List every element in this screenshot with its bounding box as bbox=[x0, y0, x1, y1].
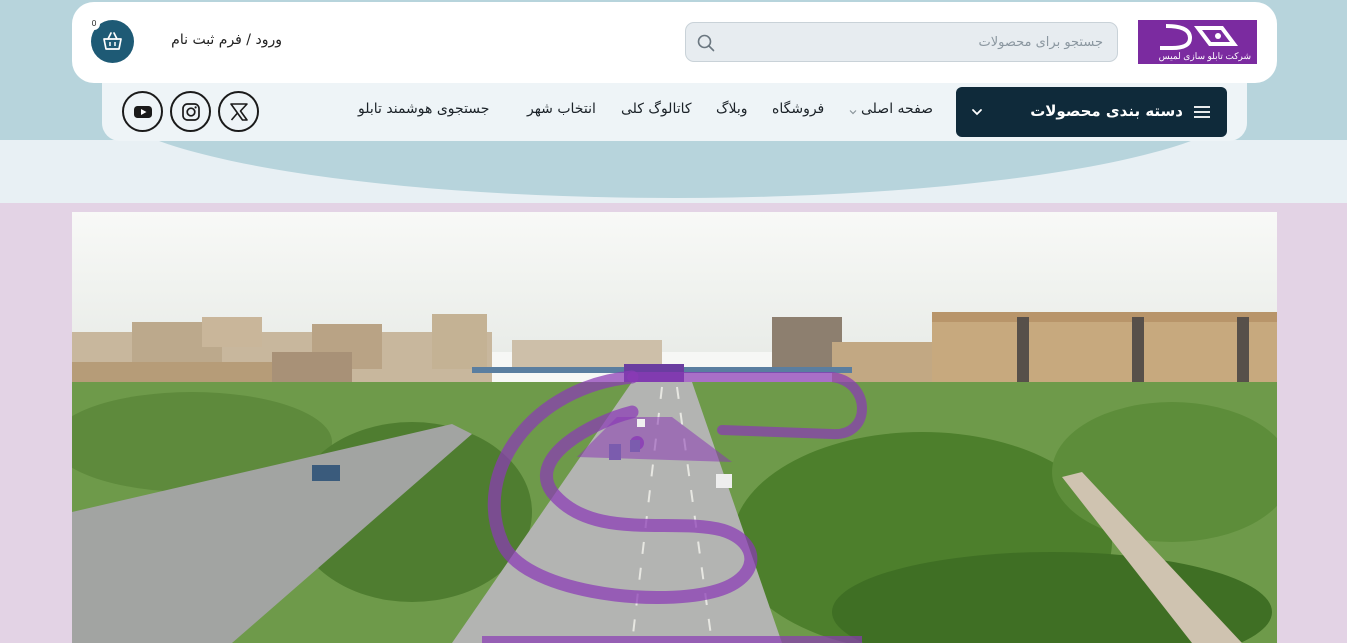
categories-menu-button[interactable]: دسته بندی محصولات bbox=[956, 87, 1227, 137]
basket-icon bbox=[103, 32, 122, 50]
site-logo[interactable]: شرکت تابلو سازی لمیس bbox=[1138, 20, 1257, 64]
login-register-link[interactable]: ورود / فرم ثبت نام bbox=[152, 32, 282, 52]
nav-item-select-city[interactable]: انتخاب شهر bbox=[527, 101, 596, 121]
youtube-social-button[interactable] bbox=[122, 91, 163, 132]
chevron-down-icon[interactable] bbox=[849, 108, 857, 116]
chevron-down-icon bbox=[972, 109, 982, 116]
search-icon[interactable] bbox=[696, 33, 716, 53]
nav-item-shop[interactable]: فروشگاه bbox=[772, 101, 824, 121]
page-edge bbox=[1347, 0, 1353, 643]
instagram-icon bbox=[182, 103, 200, 121]
instagram-social-button[interactable] bbox=[170, 91, 211, 132]
hamburger-icon bbox=[1194, 106, 1210, 118]
categories-label: دسته بندی محصولات bbox=[1030, 102, 1183, 120]
nav-item-blog[interactable]: وبلاگ bbox=[716, 101, 748, 121]
youtube-icon bbox=[134, 106, 152, 118]
x-social-button[interactable] bbox=[218, 91, 259, 132]
x-icon bbox=[230, 103, 248, 121]
nav-item-smart-search[interactable]: جستجوی هوشمند تابلو bbox=[358, 101, 489, 121]
logo-text: شرکت تابلو سازی لمیس bbox=[1158, 51, 1251, 61]
cart-count-badge: 0 bbox=[88, 18, 100, 30]
aerial-city-photo bbox=[72, 212, 1277, 643]
search-input[interactable] bbox=[724, 23, 1109, 61]
nav-item-catalog[interactable]: کاتالوگ کلی bbox=[621, 101, 692, 121]
hero-banner-image[interactable] bbox=[72, 212, 1277, 643]
search-box[interactable] bbox=[685, 22, 1118, 62]
nav-item-home[interactable]: صفحه اصلی bbox=[861, 101, 933, 121]
